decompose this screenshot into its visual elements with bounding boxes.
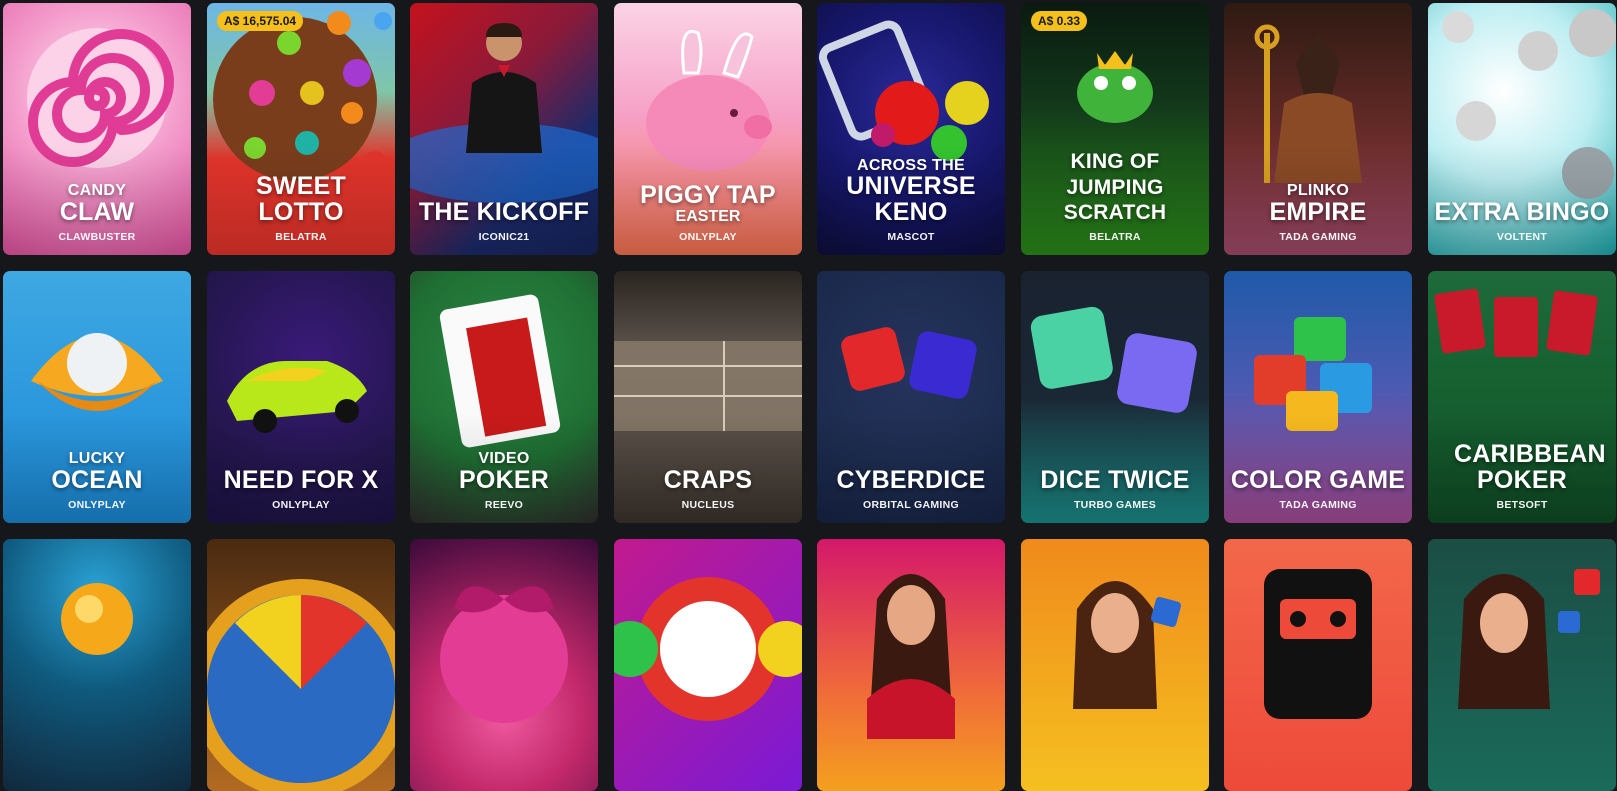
title-main: THE KICKOFF	[418, 197, 590, 226]
game-tile-row3-1[interactable]	[3, 539, 191, 791]
game-tile-video-poker[interactable]: VIDEO POKER REEVO	[410, 271, 598, 523]
game-title: NEED FOR X	[213, 465, 389, 494]
provider-name: ORBITAL GAMING	[863, 499, 959, 511]
game-title: THE KICKOFF	[416, 197, 592, 226]
provider-name: TURBO GAMES	[1073, 499, 1157, 511]
game-tile-across-the-universe-keno[interactable]: ACROSS THE UNIVERSE KENO MASCOT	[817, 3, 1005, 255]
game-tile-sweet-lotto[interactable]: A$ 16,575.04 SWEET LOTTO BELATRA	[207, 3, 395, 255]
golden-orb-icon	[61, 583, 133, 655]
title-main: KING OF JUMPING SCRATCH	[1063, 150, 1167, 224]
provider-name: MASCOT	[887, 231, 935, 243]
game-title: KING OF JUMPING SCRATCH	[1027, 149, 1203, 225]
title-main: OCEAN	[51, 465, 143, 494]
gift-bow-icon	[440, 586, 568, 723]
bingo-ball-icon	[614, 577, 802, 721]
game-title: ACROSS THE UNIVERSE KENO	[823, 157, 999, 226]
provider-name: NUCLEUS	[681, 499, 735, 511]
game-title: PLINKO EMPIRE	[1230, 182, 1406, 226]
game-tile-row3-8[interactable]	[1428, 539, 1616, 791]
provider-name: BELATRA	[275, 231, 327, 243]
provider-name: TADA GAMING	[1279, 231, 1357, 243]
provider-name: ONLYPLAY	[68, 499, 126, 511]
game-tile-need-for-x[interactable]: NEED FOR X ONLYPLAY	[207, 271, 395, 523]
game-tile-row3-4[interactable]	[614, 539, 802, 791]
title-main: UNIVERSE KENO	[846, 172, 976, 226]
game-tile-cyberdice[interactable]: CYBERDICE ORBITAL GAMING	[817, 271, 1005, 523]
game-title: CARIBBEAN POKER	[1434, 440, 1610, 494]
game-tile-lucky-ocean[interactable]: LUCKY OCEAN ONLYPLAY	[3, 271, 191, 523]
title-main: CYBERDICE	[836, 465, 986, 494]
game-tile-row3-6[interactable]	[1021, 539, 1209, 791]
game-title: DICE TWICE	[1027, 465, 1203, 494]
provider-name: ICONIC21	[478, 231, 530, 243]
title-suffix: EASTER	[675, 207, 741, 225]
title-main: EMPIRE	[1269, 197, 1367, 226]
provider-name: TADA GAMING	[1279, 499, 1357, 511]
title-main: EXTRA BINGO	[1434, 197, 1610, 226]
title-main: DICE TWICE	[1040, 465, 1190, 494]
title-main: CARIBBEAN POKER	[1454, 440, 1606, 494]
game-tile-color-game[interactable]: COLOR GAME TADA GAMING	[1224, 271, 1412, 523]
game-title: COLOR GAME	[1230, 465, 1406, 494]
woman-portrait-icon	[867, 574, 955, 739]
provider-name: ONLYPLAY	[679, 231, 737, 243]
title-main: CLAW	[59, 197, 135, 226]
game-tile-dice-twice[interactable]: DICE TWICE TURBO GAMES	[1021, 271, 1209, 523]
provider-name: CLAWBUSTER	[58, 231, 136, 243]
game-title: CYBERDICE	[823, 465, 999, 494]
woman-portrait-icon	[1073, 581, 1182, 709]
jackpot-badge: A$ 16,575.04	[217, 11, 304, 31]
game-title: PIGGY TAP EASTER	[620, 183, 796, 225]
game-tile-piggy-tap-easter[interactable]: PIGGY TAP EASTER ONLYPLAY	[614, 3, 802, 255]
title-main: SWEET LOTTO	[256, 172, 346, 226]
game-tile-king-of-jumping-scratch[interactable]: A$ 0.33 KING OF JUMPING SCRATCH BELATRA	[1021, 3, 1209, 255]
game-title: SWEET LOTTO	[213, 172, 389, 226]
provider-name: REEVO	[484, 499, 524, 511]
game-tile-row3-7[interactable]	[1224, 539, 1412, 791]
game-tile-extra-bingo[interactable]: EXTRA BINGO VOLTENT	[1428, 3, 1616, 255]
game-tile-plinko-empire[interactable]: PLINKO EMPIRE TADA GAMING	[1224, 3, 1412, 255]
game-title: CRAPS	[620, 465, 796, 494]
title-main: CRAPS	[663, 465, 753, 494]
provider-name: VOLTENT	[1496, 231, 1548, 243]
game-title: CANDY CLAW	[9, 182, 185, 226]
game-title: LUCKY OCEAN	[9, 450, 185, 494]
prize-wheel-icon	[207, 579, 395, 791]
woman-dice-icon	[1458, 569, 1600, 709]
title-main: POKER	[459, 465, 549, 494]
game-tile-row3-5[interactable]	[817, 539, 1005, 791]
game-tile-row3-3[interactable]	[410, 539, 598, 791]
game-tile-craps[interactable]: CRAPS NUCLEUS	[614, 271, 802, 523]
title-main: PIGGY TAP	[640, 181, 776, 210]
game-grid: CANDY CLAW CLAWBUSTER A$ 16,575.04 SWEET…	[0, 0, 1617, 791]
game-tile-the-kickoff[interactable]: THE KICKOFF ICONIC21	[410, 3, 598, 255]
title-main: NEED FOR X	[223, 465, 379, 494]
game-tile-candy-claw[interactable]: CANDY CLAW CLAWBUSTER	[3, 3, 191, 255]
jackpot-badge: A$ 0.33	[1031, 11, 1088, 31]
game-tile-row3-2[interactable]	[207, 539, 395, 791]
game-title: VIDEO POKER	[416, 450, 592, 494]
game-title: EXTRA BINGO	[1434, 197, 1610, 226]
game-tile-caribbean-poker[interactable]: CARIBBEAN POKER BETSOFT	[1428, 271, 1616, 523]
title-main: COLOR GAME	[1230, 465, 1406, 494]
provider-name: BELATRA	[1089, 231, 1141, 243]
robot-mascot-icon	[1264, 569, 1372, 719]
provider-name: ONLYPLAY	[272, 499, 330, 511]
provider-name: BETSOFT	[1496, 499, 1548, 511]
